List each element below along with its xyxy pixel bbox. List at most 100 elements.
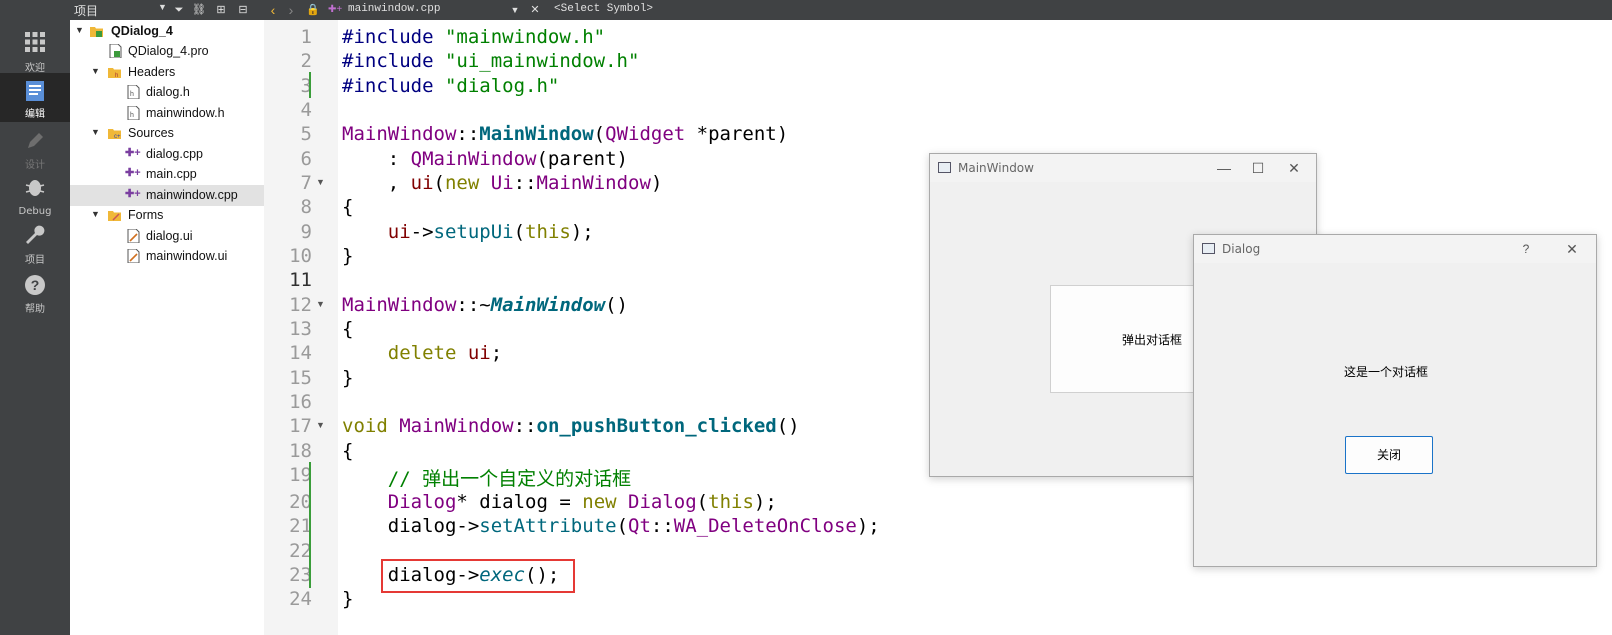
mode-help[interactable]: ? 帮助 [0,268,70,317]
tree-item-label: Headers [128,65,176,79]
tree-item[interactable]: h dialog.h [70,82,264,103]
pro-file-icon [109,44,122,58]
dialog-message-label: 这是一个对话框 [1344,365,1429,379]
lock-icon[interactable]: 🔒 [306,3,320,17]
bug-icon [25,180,45,196]
code-line: : QMainWindow(parent) [342,148,628,170]
line-number: 23 [289,564,312,586]
expand-arrow-icon[interactable]: ▼ [75,25,84,35]
help-icon[interactable]: ? [1516,239,1536,259]
folder-icon: h [108,68,121,79]
tree-item-label: Forms [128,208,164,222]
close-file-icon[interactable]: ✕ [528,3,542,17]
maximize-icon[interactable]: ☐ [1248,158,1268,178]
mode-debug[interactable]: Debug [0,170,70,219]
project-panel-title[interactable]: 项目 [74,2,98,19]
expand-arrow-icon[interactable]: ▼ [91,66,100,76]
line-number: 6 [300,148,312,170]
mode-debug-label: Debug [18,206,52,217]
line-number-current: 11 [289,269,312,291]
close-icon[interactable]: ✕ [1562,239,1582,259]
tree-item[interactable]: ▼ c+ Sources [70,123,264,144]
edit-doc-icon [26,81,44,101]
wrench-icon [26,225,45,244]
line-number: 10 [289,245,312,267]
expand-arrow-icon[interactable]: ▼ [91,127,100,137]
project-folder-icon [90,27,103,37]
close-icon[interactable]: ✕ [1284,158,1304,178]
link-icon[interactable]: ⛓ [192,3,206,17]
line-number: 2 [300,50,312,72]
highlight-box [381,559,575,593]
line-number: 22 [289,540,312,562]
main-window-titlebar[interactable]: MainWindow — ☐ ✕ [930,154,1316,182]
code-line: } [342,588,354,610]
split-icon[interactable]: ⊞ [214,3,228,17]
code-line: { [342,196,354,218]
code-line: #include "ui_mainwindow.h" [342,50,640,72]
tree-item[interactable]: ▼ QDialog_4 [70,21,264,42]
fold-marker-icon[interactable]: ▼ [316,299,325,309]
tree-item[interactable]: ▼ h Headers [70,62,264,83]
tree-item[interactable]: ▼ Forms [70,205,264,226]
tree-item-label: dialog.cpp [146,147,203,161]
code-line: #include "mainwindow.h" [342,26,606,48]
dialog-window[interactable]: Dialog ? ✕ 这是一个对话框 关闭 [1193,234,1597,567]
expand-arrow-icon[interactable]: ▼ [91,209,100,219]
minimize-icon[interactable]: — [1214,158,1234,178]
tree-item[interactable]: QDialog_4.pro [70,41,264,62]
tree-item-label: mainwindow.ui [146,249,228,263]
line-number: 20 [289,491,312,513]
cpp-file-icon: ✚+ [328,4,343,15]
dialog-titlebar[interactable]: Dialog ? ✕ [1194,235,1596,263]
tree-item-label: mainwindow.h [146,106,225,120]
mode-welcome[interactable]: 欢迎 [0,27,70,76]
code-line: , ui(new Ui::MainWindow) [342,172,663,194]
code-line: } [342,367,354,389]
code-line: { [342,440,354,462]
project-panel-header: 项目 ▼ ⏷ ⛓ ⊞ ⊟ [70,0,264,20]
mode-project[interactable]: 项目 [0,219,70,268]
code-line: Dialog* dialog = new Dialog(this); [387,491,777,513]
editor-file-name[interactable]: mainwindow.cpp [348,3,440,15]
pencil-icon [28,133,43,148]
line-number-gutter: 1 2 3 4 5 6 7 8 9 10 11 12 13 14 15 16 1… [264,20,338,635]
filter-icon[interactable]: ⏷ [172,3,186,17]
tree-item-label: QDialog_4 [111,24,173,38]
mode-design[interactable]: 设计 [0,124,70,173]
tree-item-selected[interactable]: ✚+ mainwindow.cpp [70,185,264,206]
line-number: 7 [300,172,312,194]
code-line: dialog->setAttribute(Qt::WA_DeleteOnClos… [342,515,880,537]
line-number: 16 [289,391,312,413]
dialog-title: Dialog [1222,242,1261,256]
symbol-selector[interactable]: <Select Symbol> [554,3,653,15]
fold-marker-icon[interactable]: ▼ [316,177,325,187]
chevron-down-icon[interactable]: ▼ [158,2,167,12]
code-line: #include "dialog.h" [342,75,560,97]
tree-item-label: main.cpp [146,167,197,181]
close-button[interactable]: 关闭 [1345,436,1433,474]
line-number: 4 [300,99,312,121]
code-line: delete ui; [387,342,503,364]
tree-item[interactable]: dialog.ui [70,226,264,247]
header-file-icon: h [127,106,140,120]
ui-file-icon [127,229,140,243]
svg-text:c+: c+ [114,134,121,140]
line-number: 14 [289,342,312,364]
chevron-down-icon[interactable]: ▼ [508,3,522,17]
tree-item[interactable]: ✚+ dialog.cpp [70,144,264,165]
line-number: 21 [289,515,312,537]
close-panel-icon[interactable]: ⊟ [236,3,250,17]
tree-item[interactable]: h mainwindow.h [70,103,264,124]
app-window-icon [1202,243,1215,254]
tree-item[interactable]: mainwindow.ui [70,246,264,267]
mode-bar: 欢迎 编辑 设计 Debug 项目 ? 帮助 [0,0,70,635]
project-tree: ▼ QDialog_4 QDialog_4.pro ▼ h Headers h … [70,20,265,635]
mode-edit[interactable]: 编辑 [0,73,70,122]
line-number: 24 [289,588,312,610]
forward-arrow-icon[interactable]: › [284,3,298,17]
fold-marker-icon[interactable]: ▼ [316,420,325,430]
back-arrow-icon[interactable]: ‹ [266,3,280,17]
folder-icon: c+ [108,129,121,140]
tree-item[interactable]: ✚+ main.cpp [70,164,264,185]
